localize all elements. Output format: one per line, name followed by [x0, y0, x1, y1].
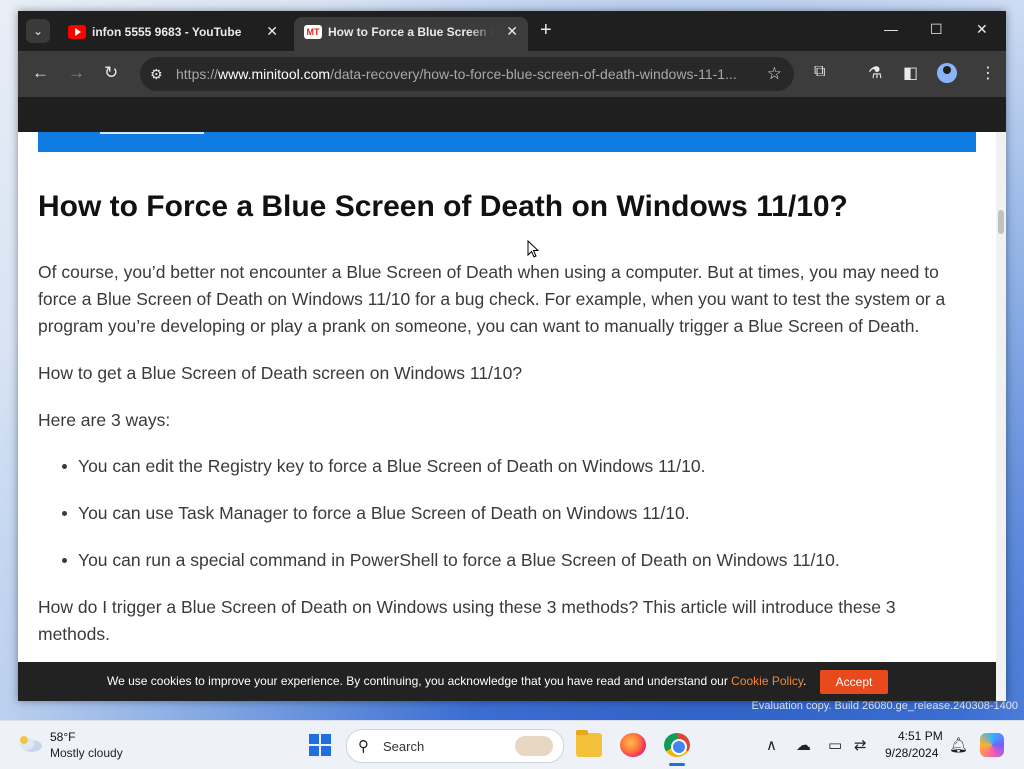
- site-info-icon[interactable]: ⚙: [150, 66, 163, 83]
- notification-bell-icon[interactable]: 🔔︎: [949, 736, 968, 754]
- ways-list: You can edit the Registry key to force a…: [38, 453, 976, 594]
- accept-cookies-button[interactable]: Accept: [820, 670, 888, 694]
- windows-start-icon[interactable]: [309, 734, 331, 756]
- tab-bar: ⌄ infon 5555 9683 - YouTube ✕ MT How to …: [18, 11, 1006, 51]
- address-bar[interactable]: ⚙ https://www.minitool.com/data-recovery…: [140, 57, 794, 91]
- chevron-up-icon[interactable]: ∧: [766, 736, 777, 754]
- extensions-icon[interactable]: ⧉: [814, 63, 825, 81]
- article-paragraph: Of course, you’d better not encounter a …: [38, 262, 946, 336]
- weather-temperature[interactable]: 58°F: [50, 730, 75, 744]
- network-icon[interactable]: ⇄: [854, 736, 867, 754]
- browser-toolbar: ← → ↻ ⚙ https://www.minitool.com/data-re…: [18, 51, 1006, 97]
- taskbar: 58°F Mostly cloudy ⚲ Search ∧ ☁ ▭ ⇄ 4:51…: [0, 720, 1024, 769]
- bookmark-star-icon[interactable]: ☆: [767, 64, 782, 84]
- article-body: How to Force a Blue Screen of Death on W…: [38, 190, 976, 644]
- clock-date[interactable]: 9/28/2024: [885, 746, 938, 760]
- side-panel-icon[interactable]: ◧: [903, 63, 918, 83]
- bookmarks-bar: [18, 97, 1006, 132]
- maximize-button[interactable]: ☐: [930, 21, 943, 38]
- article-paragraph: Here are 3 ways:: [38, 410, 171, 430]
- url-text[interactable]: https://www.minitool.com/data-recovery/h…: [176, 66, 766, 82]
- close-icon[interactable]: ✕: [266, 23, 278, 40]
- chrome-icon[interactable]: [664, 733, 690, 757]
- web-page: How to Force a Blue Screen of Death on W…: [18, 132, 996, 701]
- youtube-icon: [68, 25, 86, 39]
- nav-underline: [100, 132, 204, 134]
- menu-icon[interactable]: ⋮: [980, 63, 996, 83]
- tab-youtube[interactable]: infon 5555 9683 - YouTube ✕: [58, 17, 288, 51]
- forward-button[interactable]: →: [68, 64, 85, 82]
- site-nav-band: [38, 132, 976, 152]
- clock-time[interactable]: 4:51 PM: [898, 729, 943, 743]
- article-paragraph: How to get a Blue Screen of Death screen…: [38, 363, 523, 383]
- tab-minitool[interactable]: MT How to Force a Blue Screen of Death ✕: [294, 17, 528, 51]
- minitool-icon: MT: [304, 25, 322, 39]
- display-icon[interactable]: ▭: [828, 736, 842, 754]
- cookie-policy-link[interactable]: Cookie Policy: [731, 674, 803, 688]
- minimize-button[interactable]: —: [884, 21, 898, 37]
- back-button[interactable]: ←: [32, 64, 49, 82]
- tab-title: How to Force a Blue Screen of Death: [328, 25, 493, 39]
- labs-flask-icon[interactable]: ⚗: [868, 63, 882, 83]
- evaluation-watermark: Evaluation copy. Build 26080.ge_release.…: [751, 700, 1018, 712]
- page-scrollbar[interactable]: [996, 132, 1006, 701]
- mouse-cursor-icon: [527, 240, 539, 258]
- reload-button[interactable]: ↻: [104, 64, 118, 82]
- firefox-icon[interactable]: [620, 733, 646, 757]
- cookie-message: We use cookies to improve your experienc…: [107, 674, 807, 688]
- search-icon: ⚲: [358, 738, 369, 755]
- tab-title: infon 5555 9683 - YouTube: [92, 25, 242, 39]
- list-item: You can edit the Registry key to force a…: [38, 453, 976, 500]
- onedrive-offline-icon[interactable]: ☁: [796, 736, 811, 754]
- close-window-button[interactable]: ✕: [976, 21, 988, 38]
- file-explorer-icon[interactable]: [576, 730, 602, 757]
- taskbar-search-box[interactable]: ⚲ Search: [346, 729, 564, 763]
- desktop-icons-strip: [0, 40, 18, 680]
- cloud-icon: [20, 736, 42, 752]
- browser-window: ⌄ infon 5555 9683 - YouTube ✕ MT How to …: [18, 11, 1006, 701]
- list-item: You can use Task Manager to force a Blue…: [38, 500, 976, 547]
- cookie-banner: We use cookies to improve your experienc…: [18, 662, 996, 701]
- copilot-icon[interactable]: [980, 733, 1004, 757]
- list-item: You can run a special command in PowerSh…: [38, 547, 976, 594]
- active-app-indicator: [669, 763, 685, 766]
- new-tab-button[interactable]: +: [540, 20, 552, 40]
- search-label: Search: [383, 739, 425, 754]
- article-paragraph: How do I trigger a Blue Screen of Death …: [38, 597, 896, 644]
- tab-search-button[interactable]: ⌄: [26, 19, 50, 43]
- article-heading: How to Force a Blue Screen of Death on W…: [38, 190, 848, 223]
- close-icon[interactable]: ✕: [506, 23, 518, 40]
- weather-description[interactable]: Mostly cloudy: [50, 746, 123, 760]
- search-highlight-icon: [515, 736, 553, 756]
- scrollbar-thumb[interactable]: [998, 210, 1004, 234]
- profile-avatar-icon[interactable]: [937, 63, 957, 83]
